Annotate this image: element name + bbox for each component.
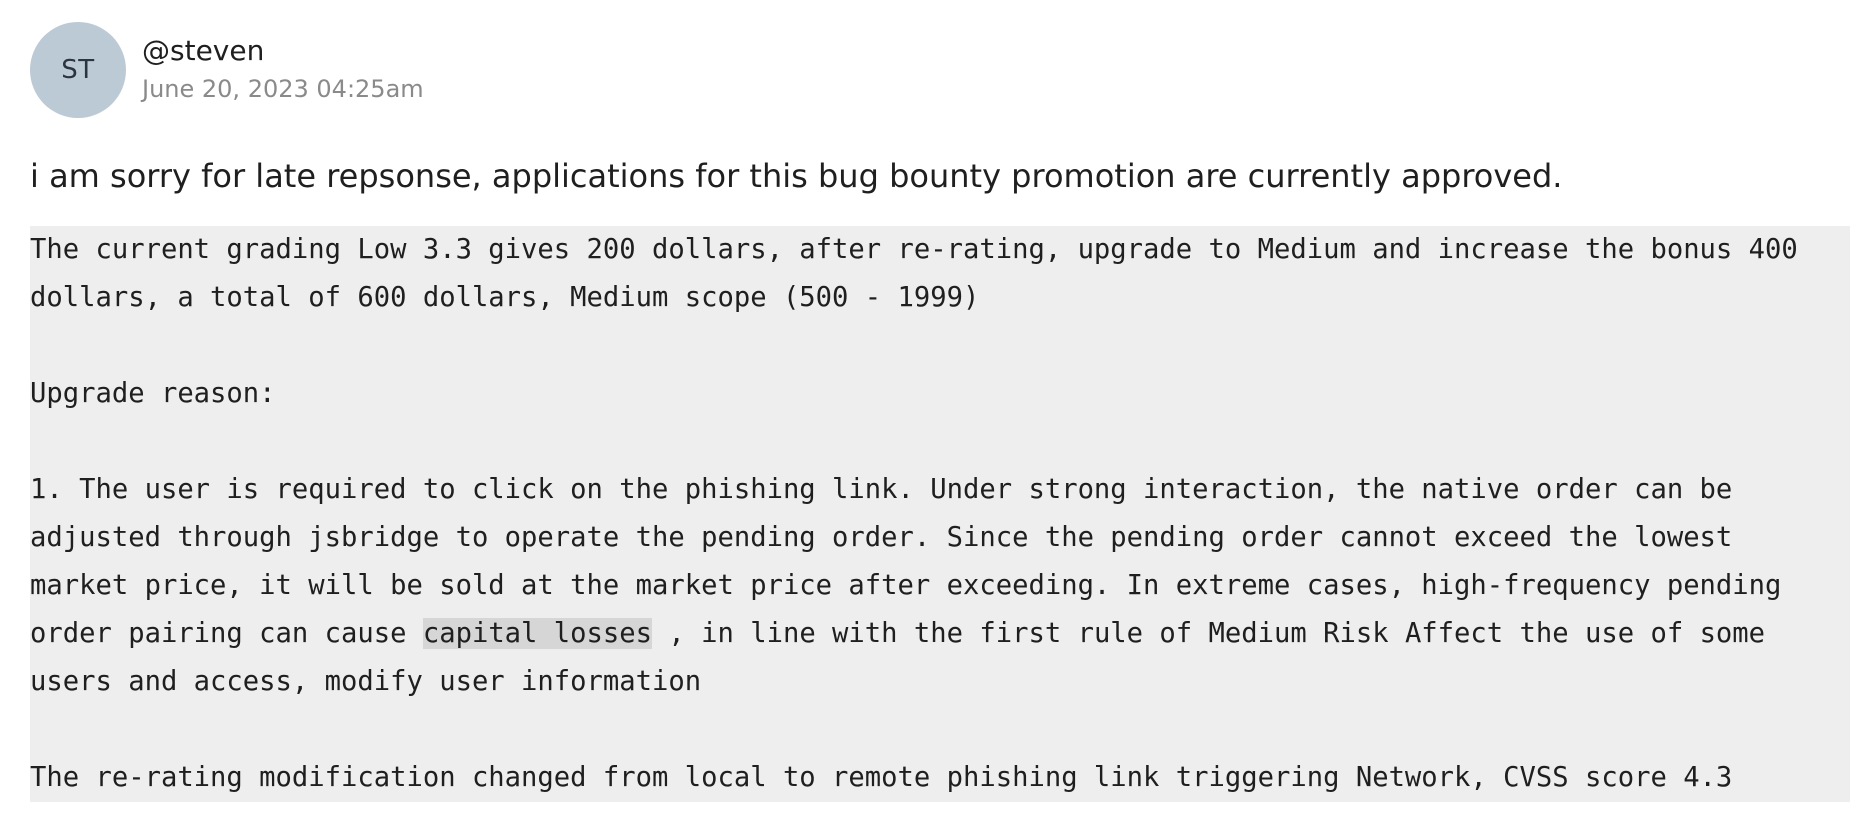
- code-line: 1. The user is required to click on the …: [30, 474, 1733, 505]
- code-block: The current grading Low 3.3 gives 200 do…: [30, 226, 1850, 802]
- code-line: The current grading Low 3.3 gives 200 do…: [30, 234, 1798, 265]
- code-line: order pairing can cause: [30, 618, 423, 649]
- code-line: adjusted through jsbridge to operate the…: [30, 522, 1733, 553]
- avatar[interactable]: ST: [30, 22, 126, 118]
- post-message: i am sorry for late repsonse, applicatio…: [30, 157, 1563, 195]
- username[interactable]: @steven: [142, 34, 424, 68]
- highlighted-text: capital losses: [422, 618, 652, 649]
- timestamp: June 20, 2023 04:25am: [142, 75, 424, 103]
- post-meta: @steven June 20, 2023 04:25am: [142, 22, 424, 104]
- code-line: users and access, modify user informatio…: [30, 666, 702, 697]
- code-line: dollars, a total of 600 dollars, Medium …: [30, 282, 980, 313]
- code-line: Upgrade reason:: [30, 378, 276, 409]
- code-line: The re-rating modification changed from …: [30, 762, 1733, 793]
- post-header: ST @steven June 20, 2023 04:25am: [30, 22, 424, 118]
- code-line: , in line with the first rule of Medium …: [652, 618, 1766, 649]
- code-line: market price, it will be sold at the mar…: [30, 570, 1782, 601]
